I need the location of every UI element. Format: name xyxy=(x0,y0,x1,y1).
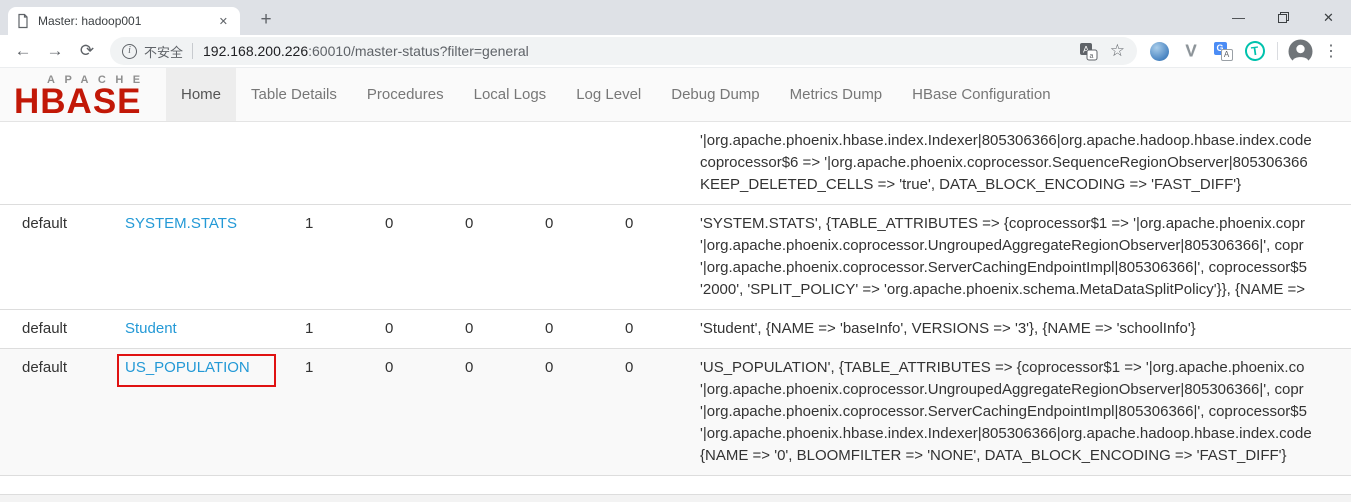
other-regions-count: 0 xyxy=(615,213,695,301)
omnibox-divider xyxy=(192,43,193,59)
nav-menu: Home Table Details Procedures Local Logs… xyxy=(166,68,1066,121)
reload-button[interactable]: ⟳ xyxy=(72,37,102,65)
split-regions-count: 0 xyxy=(535,357,615,467)
tables-list: '|org.apache.phoenix.hbase.index.Indexer… xyxy=(0,122,1351,502)
hbase-navbar: APACHE HBASE Home Table Details Procedur… xyxy=(0,68,1351,122)
offline-regions-count: 0 xyxy=(375,318,455,340)
offline-regions-count: 0 xyxy=(375,357,455,467)
failed-regions-count: 0 xyxy=(455,357,535,467)
nav-item-local-logs[interactable]: Local Logs xyxy=(459,68,562,121)
address-bar[interactable]: i 不安全 192.168.200.226:60010/master-statu… xyxy=(110,37,1137,65)
logo-hbase-text: HBASE xyxy=(14,86,166,118)
tab-title: Master: hadoop001 xyxy=(38,14,215,28)
window-minimize-button[interactable]: — xyxy=(1216,0,1261,35)
bookmark-star-icon[interactable]: ☆ xyxy=(1110,41,1125,61)
forward-button[interactable]: → xyxy=(40,37,70,65)
split-regions-count: 0 xyxy=(535,213,615,301)
table-link-us-population[interactable]: US_POPULATION xyxy=(125,359,250,376)
url-path: :60010/master-status?filter=general xyxy=(308,43,529,59)
row-description: 'US_POPULATION', {TABLE_ATTRIBUTES => {c… xyxy=(695,357,1351,467)
table-link-student[interactable]: Student xyxy=(125,320,177,337)
window-close-button[interactable]: ✕ xyxy=(1306,0,1351,35)
namespace-cell: default xyxy=(0,213,117,301)
new-tab-button[interactable]: + xyxy=(252,7,280,35)
window-restore-button[interactable] xyxy=(1261,0,1306,35)
url-text: 192.168.200.226:60010/master-status?filt… xyxy=(203,43,529,59)
translate-page-icon[interactable]: Aa xyxy=(1079,42,1098,61)
split-regions-count: 0 xyxy=(535,318,615,340)
extension-ocean-icon[interactable] xyxy=(1146,38,1172,64)
site-info-icon[interactable]: i xyxy=(122,44,137,59)
hbase-logo: APACHE HBASE xyxy=(14,68,166,121)
browser-menu-icon[interactable]: ⋮ xyxy=(1319,41,1343,61)
window-controls: — ✕ xyxy=(1216,0,1351,35)
extension-vue-devtools-icon[interactable]: V xyxy=(1178,38,1204,64)
svg-text:a: a xyxy=(1089,53,1093,60)
online-regions-count: 1 xyxy=(295,318,375,340)
namespace-cell: default xyxy=(0,357,117,467)
other-regions-count: 0 xyxy=(615,357,695,467)
browser-titlebar: Master: hadoop001 ✕ + — ✕ xyxy=(0,0,1351,35)
row-description: 'SYSTEM.STATS', {TABLE_ATTRIBUTES => {co… xyxy=(695,213,1351,301)
browser-tab[interactable]: Master: hadoop001 ✕ xyxy=(8,7,240,35)
row-description: '|org.apache.phoenix.hbase.index.Indexer… xyxy=(695,130,1351,196)
content-gap xyxy=(0,476,1351,494)
url-host: 192.168.200.226 xyxy=(203,43,308,59)
tab-close-icon[interactable]: ✕ xyxy=(215,13,232,30)
namespace-cell: default xyxy=(0,318,117,340)
online-regions-count: 1 xyxy=(295,357,375,467)
page-favicon-icon xyxy=(16,13,30,29)
toolbar-divider xyxy=(1277,42,1278,60)
nav-item-table-details[interactable]: Table Details xyxy=(236,68,352,121)
other-regions-count: 0 xyxy=(615,318,695,340)
extension-teal-t-icon[interactable]: T xyxy=(1242,38,1268,64)
security-label: 不安全 xyxy=(144,42,183,61)
table-link-system-stats[interactable]: SYSTEM.STATS xyxy=(125,215,237,232)
table-row-system-stats: default SYSTEM.STATS 1 0 0 0 0 'SYSTEM.S… xyxy=(0,205,1351,310)
nav-item-debug-dump[interactable]: Debug Dump xyxy=(656,68,774,121)
profile-avatar[interactable] xyxy=(1288,39,1313,64)
row-description: 'Student', {NAME => 'baseInfo', VERSIONS… xyxy=(695,318,1351,340)
browser-toolbar: ← → ⟳ i 不安全 192.168.200.226:60010/master… xyxy=(0,35,1351,68)
extension-google-translate-icon[interactable]: GA xyxy=(1210,38,1236,64)
failed-regions-count: 0 xyxy=(455,213,535,301)
nav-item-procedures[interactable]: Procedures xyxy=(352,68,459,121)
nav-item-hbase-configuration[interactable]: HBase Configuration xyxy=(897,68,1065,121)
back-button[interactable]: ← xyxy=(8,37,38,65)
nav-item-home[interactable]: Home xyxy=(166,68,236,121)
table-row-us-population: default US_POPULATION 1 0 0 0 0 'US_POPU… xyxy=(0,349,1351,476)
table-row-partial: '|org.apache.phoenix.hbase.index.Indexer… xyxy=(0,122,1351,205)
table-row-student: default Student 1 0 0 0 0 'Student', {NA… xyxy=(0,310,1351,349)
nav-item-metrics-dump[interactable]: Metrics Dump xyxy=(775,68,898,121)
online-regions-count: 1 xyxy=(295,213,375,301)
offline-regions-count: 0 xyxy=(375,213,455,301)
failed-regions-count: 0 xyxy=(455,318,535,340)
nav-item-log-level[interactable]: Log Level xyxy=(561,68,656,121)
page-bottom-divider xyxy=(0,494,1351,502)
